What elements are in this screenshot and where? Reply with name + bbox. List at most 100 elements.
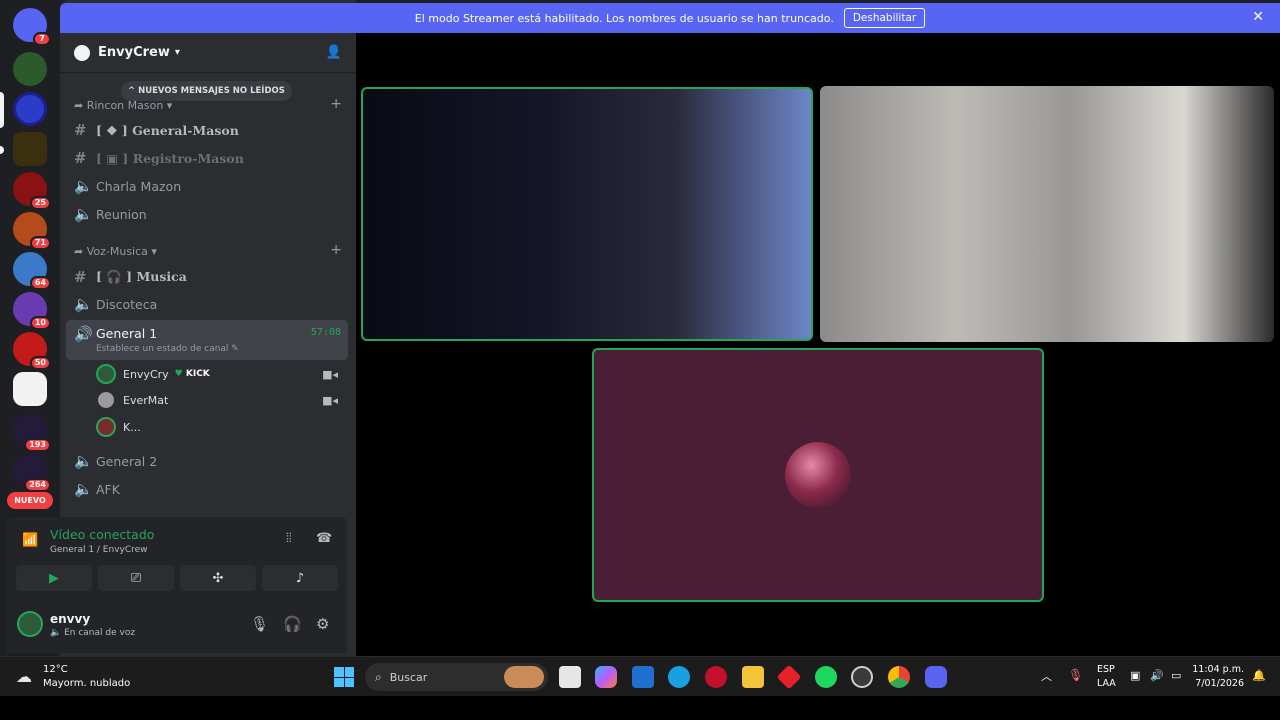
disable-button[interactable]: Deshabilitar — [843, 8, 926, 28]
task-view-icon[interactable] — [559, 666, 581, 688]
input-language[interactable]: ESP — [1097, 664, 1115, 675]
server-icon[interactable]: 71 — [13, 212, 51, 250]
microphone-icon[interactable]: 🎙 — [250, 615, 269, 633]
copilot-icon[interactable] — [595, 666, 617, 688]
server-badge: 64 — [29, 276, 51, 290]
add-channel-icon[interactable]: + — [330, 242, 342, 258]
discord-taskbar-icon[interactable] — [925, 666, 947, 688]
channel-general-mason[interactable]: # [ ❖ ] General-Mason — [74, 117, 239, 143]
avatar — [96, 364, 116, 384]
spotify-icon[interactable] — [815, 666, 837, 688]
server-badge: 71 — [29, 236, 51, 250]
voice-user[interactable]: EverMat ■◂ — [96, 387, 342, 413]
windows-start-icon[interactable] — [334, 667, 354, 687]
input-layout[interactable]: LAA — [1097, 678, 1116, 689]
server-icon[interactable] — [13, 52, 47, 86]
red-app-icon[interactable] — [776, 664, 802, 690]
activities-button[interactable]: ✣ — [180, 565, 256, 591]
user-tile-k[interactable] — [592, 348, 1044, 602]
speaker-icon: 🔈 — [74, 177, 93, 195]
server-icon[interactable]: 64 — [13, 252, 51, 290]
file-explorer-icon[interactable] — [742, 666, 764, 688]
obs-icon[interactable] — [851, 666, 873, 688]
channel-musica[interactable]: # [ 🎧 ] Musica — [74, 264, 187, 290]
mail-icon[interactable] — [632, 666, 654, 688]
channel-label: General 1 — [96, 326, 158, 341]
video-tile-envycry[interactable] — [361, 87, 813, 341]
voice-user[interactable]: EnvyCry ♥ KICK ■◂ — [96, 361, 342, 387]
channel-registro-mason[interactable]: # [ ▣ ] Registro-Mason — [74, 145, 244, 171]
server-icon[interactable]: 50 — [13, 332, 51, 370]
server-icon[interactable] — [13, 132, 47, 166]
avatar[interactable] — [17, 611, 43, 637]
soundboard-button[interactable]: ♪ — [262, 565, 338, 591]
speaker-icon: 🔈 — [74, 452, 93, 470]
gear-icon[interactable]: ⚙ — [316, 615, 329, 633]
channel-general-1[interactable]: 🔊 General 1 57:08 Establece un estado de… — [66, 320, 348, 360]
heart-icon: ♥ — [174, 369, 183, 379]
chevron-down-icon: ▾ — [174, 47, 180, 58]
windows-taskbar: ☁ 12°C Mayorm. nublado ⌕ Buscar ︿ 🎙 ESP … — [0, 656, 1280, 696]
guild-header[interactable]: EnvyCrew ▾ 👤 — [60, 33, 356, 73]
soundboard-icon: ♪ — [295, 570, 305, 586]
avatar — [785, 442, 851, 508]
category-rincon[interactable]: ➦ Rincon Mason ▾ — [74, 99, 172, 112]
temperature[interactable]: 12°C — [43, 664, 68, 675]
category-label: Voz-Musica — [86, 245, 148, 258]
channel-status-prompt[interactable]: Establece un estado de canal ✎ — [96, 344, 239, 354]
chevron-up-icon[interactable]: ︿ — [1041, 668, 1052, 684]
volume-icon[interactable]: 🔊 — [1150, 669, 1164, 682]
unread-messages-pill[interactable]: ^ NUEVOS MENSAJES NO LEÍDOS — [121, 81, 292, 101]
server-badge: 25 — [29, 196, 51, 210]
user-status-label: En canal de voz — [64, 628, 136, 638]
clock-date[interactable]: 7/01/2026 — [1195, 678, 1244, 689]
channel-label: Reunion — [96, 206, 147, 222]
noise-suppression-icon[interactable]: ⦙⦙ — [286, 531, 292, 546]
user-status: 🔈 En canal de voz — [50, 628, 135, 638]
voice-location[interactable]: General 1 / EnvyCrew — [50, 545, 148, 555]
voice-status[interactable]: Vídeo conectado — [50, 527, 154, 542]
screen-share-button[interactable]: ⎚ — [98, 565, 174, 591]
server-icon[interactable]: 25 — [13, 172, 51, 210]
server-icon[interactable] — [13, 372, 47, 406]
channel-general-2[interactable]: 🔈 General 2 — [74, 448, 157, 474]
kick-tag: ♥ KICK — [175, 369, 210, 379]
user-name[interactable]: envvy — [50, 612, 90, 626]
new-badge[interactable]: NUEVO — [7, 492, 53, 509]
taskbar-search[interactable]: ⌕ Buscar — [365, 663, 548, 691]
voice-user-name: K... — [123, 420, 141, 434]
opera-icon[interactable] — [705, 666, 727, 688]
server-icon-active[interactable] — [13, 92, 47, 126]
battery-icon[interactable]: ▭ — [1171, 669, 1181, 682]
server-icon[interactable]: 264 — [13, 454, 51, 492]
screen-share-icon: ⎚ — [130, 570, 142, 586]
cloud-icon[interactable]: ☁ — [16, 667, 32, 686]
server-icon[interactable]: 193 — [13, 414, 51, 452]
signal-icon: 📶 — [22, 533, 39, 548]
disconnect-icon[interactable]: ☎ — [316, 531, 332, 546]
voice-user[interactable]: K... — [96, 414, 342, 440]
camera-button[interactable]: ▶ — [16, 565, 92, 591]
close-icon[interactable]: ✕ — [1252, 9, 1264, 25]
home-badge: 7 — [33, 32, 51, 46]
category-voz-musica[interactable]: ➦ Voz-Musica ▾ — [74, 245, 157, 258]
guild-name: EnvyCrew — [98, 45, 170, 60]
edge-icon[interactable] — [668, 666, 690, 688]
chrome-icon[interactable] — [888, 666, 910, 688]
headset-icon[interactable]: 🎧 — [283, 615, 302, 633]
channel-afk[interactable]: 🔈 AFK — [74, 476, 120, 502]
channel-reunion[interactable]: 🔈 Reunion — [74, 201, 147, 227]
discord-home-icon[interactable]: 7 — [13, 8, 51, 46]
channel-discoteca[interactable]: 🔈 Discoteca — [74, 291, 157, 317]
channel-charla-mazon[interactable]: 🔈 Charla Mazon — [74, 173, 181, 199]
server-icon[interactable]: 10 — [13, 292, 51, 330]
notification-icon[interactable]: 🔔 — [1252, 669, 1266, 682]
network-icon[interactable]: ▣ — [1130, 669, 1140, 682]
add-channel-icon[interactable]: + — [330, 96, 342, 112]
add-member-icon[interactable]: 👤 — [326, 45, 342, 60]
microphone-icon[interactable]: 🎙 — [1068, 668, 1083, 682]
clock-time[interactable]: 11:04 p.m. — [1192, 664, 1244, 675]
weather-description[interactable]: Mayorm. nublado — [43, 678, 130, 689]
video-tile-evermat[interactable] — [820, 86, 1274, 342]
text-channel-icon: # — [74, 121, 87, 139]
